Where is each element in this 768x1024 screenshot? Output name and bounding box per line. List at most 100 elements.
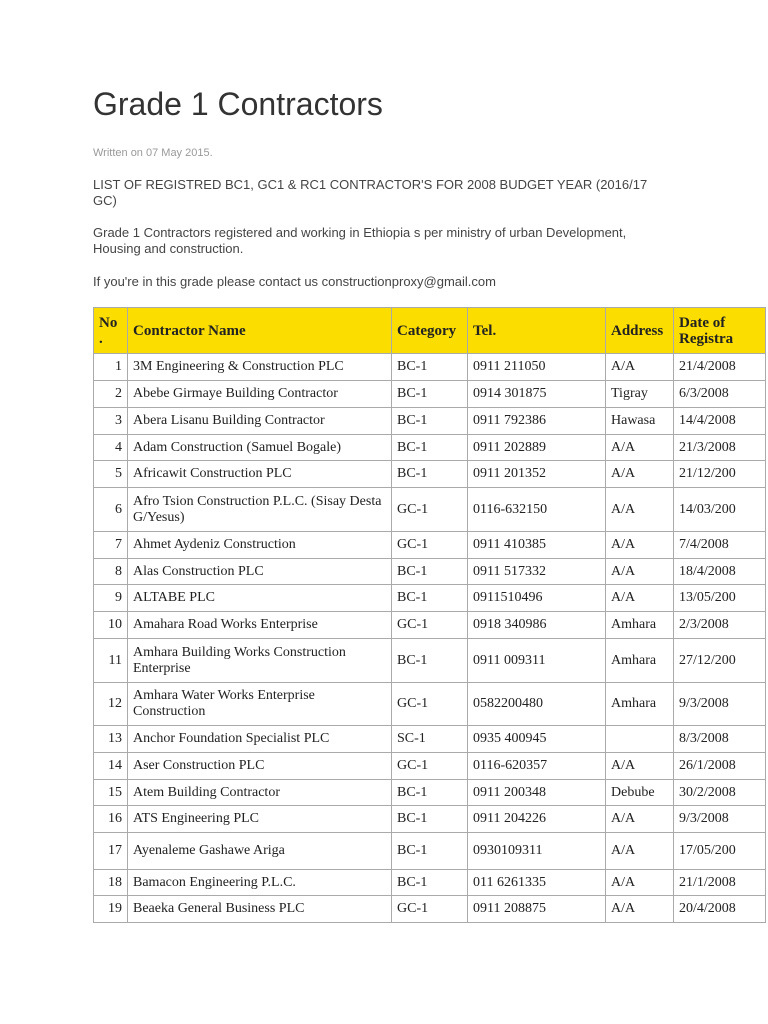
table-row: 14 Aser Construction PLC GC-1 0116-620357 A/… (93, 752, 766, 780)
table-row: 7 Ahmet Aydeniz Construction GC-1 0911 4103… (93, 531, 766, 559)
address: A/A (605, 869, 674, 896)
registration-date: 8/3/2008 (673, 725, 766, 753)
row-number: 1 (93, 353, 128, 381)
tel: 0930109311 (467, 832, 606, 870)
contractor-name: Amhara Building Works Construction Enter… (127, 638, 392, 683)
address: A/A (605, 805, 674, 833)
table-row: 19 Beaeka General Business PLC GC-1 0911 20… (93, 895, 766, 923)
address: A/A (605, 752, 674, 780)
table-row: 3 Abera Lisanu Building Contractor BC-1 091… (93, 407, 766, 435)
row-number: 18 (93, 869, 128, 896)
row-number: 4 (93, 434, 128, 461)
table-row: 9 ALTABE PLC BC-1 0911510496 A/A 13/05/200 (93, 584, 766, 612)
tel: 0911 517332 (467, 558, 606, 585)
registration-date: 21/12/200 (673, 460, 766, 488)
address: A/A (605, 487, 674, 532)
address: A/A (605, 460, 674, 488)
contractor-name: Amhara Water Works Enterprise Constructi… (127, 682, 392, 726)
category: BC-1 (391, 460, 468, 488)
header-date-of-registration: Date of Registra (673, 307, 766, 354)
contractor-name: Adam Construction (Samuel Bogale) (127, 434, 392, 461)
category: BC-1 (391, 353, 468, 381)
registration-date: 2/3/2008 (673, 611, 766, 639)
contractor-name: Ahmet Aydeniz Construction (127, 531, 392, 559)
address: A/A (605, 558, 674, 585)
row-number: 9 (93, 584, 128, 612)
table-row: 11 Amhara Building Works Construction Ent… (93, 638, 766, 683)
table-row: 8 Alas Construction PLC BC-1 0911 517332 A/A… (93, 558, 766, 585)
registration-date: 14/4/2008 (673, 407, 766, 435)
tel: 0918 340986 (467, 611, 606, 639)
address: A/A (605, 434, 674, 461)
tel: 0116-620357 (467, 752, 606, 780)
registration-date: 21/1/2008 (673, 869, 766, 896)
contractors-table: No . Contractor Name Category Tel. Addre… (93, 307, 766, 923)
contractor-name: ALTABE PLC (127, 584, 392, 612)
table-row: 10 Amahara Road Works Enterprise GC-1 0918 … (93, 611, 766, 639)
category: BC-1 (391, 805, 468, 833)
category: GC-1 (391, 611, 468, 639)
table-row: 4 Adam Construction (Samuel Bogale) BC-1 09… (93, 434, 766, 461)
tel: 0914 301875 (467, 380, 606, 408)
contractor-name: Beaeka General Business PLC (127, 895, 392, 923)
header-address: Address (605, 307, 674, 354)
category: BC-1 (391, 407, 468, 435)
tel: 011 6261335 (467, 869, 606, 896)
contractor-name: Amahara Road Works Enterprise (127, 611, 392, 639)
row-number: 2 (93, 380, 128, 408)
registration-date: 6/3/2008 (673, 380, 766, 408)
list-heading: LIST OF REGISTRED BC1, GC1 & RC1 CONTRAC… (93, 177, 648, 208)
contractor-name: Africawit Construction PLC (127, 460, 392, 488)
contractor-name: Alas Construction PLC (127, 558, 392, 585)
table-row: 13 Anchor Foundation Specialist PLC SC-1 09… (93, 725, 766, 753)
address: A/A (605, 584, 674, 612)
table-row: 2 Abebe Girmaye Building Contractor BC-1 09… (93, 380, 766, 408)
row-number: 12 (93, 682, 128, 726)
category: GC-1 (391, 487, 468, 532)
category: BC-1 (391, 832, 468, 870)
tel: 0116-632150 (467, 487, 606, 532)
address: A/A (605, 832, 674, 870)
row-number: 15 (93, 779, 128, 806)
address: A/A (605, 531, 674, 559)
tel: 0911 211050 (467, 353, 606, 381)
header-contractor-name: Contractor Name (127, 307, 392, 354)
row-number: 3 (93, 407, 128, 435)
tel: 0911 202889 (467, 434, 606, 461)
contractor-name: Bamacon Engineering P.L.C. (127, 869, 392, 896)
table-header-row: No . Contractor Name Category Tel. Addre… (93, 307, 766, 354)
category: BC-1 (391, 584, 468, 612)
contractor-name: Aser Construction PLC (127, 752, 392, 780)
page-title: Grade 1 Contractors (93, 86, 383, 122)
registration-date: 7/4/2008 (673, 531, 766, 559)
table-row: 5 Africawit Construction PLC BC-1 0911 2013… (93, 460, 766, 488)
category: GC-1 (391, 531, 468, 559)
address: Amhara (605, 638, 674, 683)
tel: 0911510496 (467, 584, 606, 612)
header-no: No . (93, 307, 128, 354)
category: BC-1 (391, 380, 468, 408)
tel: 0911 200348 (467, 779, 606, 806)
tel: 0911 410385 (467, 531, 606, 559)
registration-date: 20/4/2008 (673, 895, 766, 923)
contractor-name: 3M Engineering & Construction PLC (127, 353, 392, 381)
category: GC-1 (391, 682, 468, 726)
category: BC-1 (391, 779, 468, 806)
category: BC-1 (391, 558, 468, 585)
table-row: 17 Ayenaleme Gashawe Ariga BC-1 0930109311 A… (93, 832, 766, 870)
category: GC-1 (391, 895, 468, 923)
table-row: 15 Atem Building Contractor BC-1 0911 20034… (93, 779, 766, 806)
registration-date: 21/4/2008 (673, 353, 766, 381)
table-row: 1 3M Engineering & Construction PLC BC-1 09… (93, 353, 766, 381)
contractor-name: Atem Building Contractor (127, 779, 392, 806)
post-date: Written on 07 May 2015. (93, 147, 213, 159)
category: BC-1 (391, 638, 468, 683)
address: Tigray (605, 380, 674, 408)
category: BC-1 (391, 434, 468, 461)
registration-date: 9/3/2008 (673, 682, 766, 726)
table-row: 16 ATS Engineering PLC BC-1 0911 204226 A/A 9… (93, 805, 766, 833)
contractor-name: Afro Tsion Construction P.L.C. (Sisay De… (127, 487, 392, 532)
address: Hawasa (605, 407, 674, 435)
row-number: 16 (93, 805, 128, 833)
tel: 0911 201352 (467, 460, 606, 488)
